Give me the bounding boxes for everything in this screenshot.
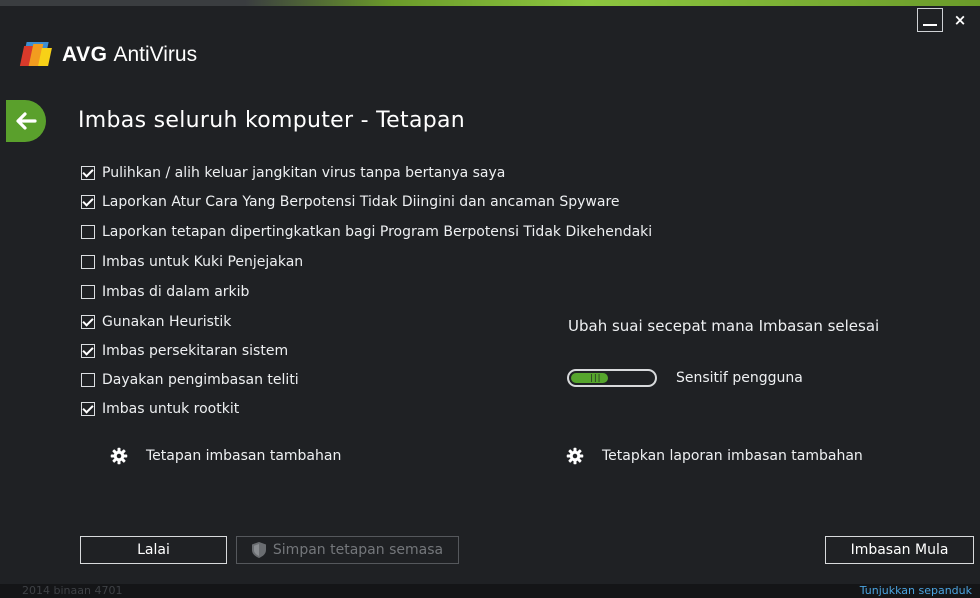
option-enhanced-pup[interactable]: Laporkan tetapan dipertingkatkan bagi Pr… [81, 221, 652, 243]
show-banner-link[interactable]: Tunjukkan sepanduk [860, 584, 972, 598]
link-label: Tetapkan laporan imbasan tambahan [602, 448, 863, 464]
option-label: Laporkan tetapan dipertingkatkan bagi Pr… [102, 224, 653, 240]
option-thorough-scan[interactable]: Dayakan pengimbasan teliti [81, 369, 299, 391]
product-name: AntiVirus [113, 43, 198, 66]
shield-icon [251, 542, 266, 558]
option-report-pup-spyware[interactable]: Laporkan Atur Cara Yang Berpotensi Tidak… [81, 191, 620, 213]
option-label: Gunakan Heuristik [102, 314, 232, 330]
close-button[interactable]: × [947, 8, 973, 32]
checkbox[interactable] [81, 344, 95, 358]
checkbox[interactable] [81, 402, 95, 416]
checkbox[interactable] [81, 373, 95, 387]
gear-icon [566, 447, 584, 465]
option-system-environment[interactable]: Imbas persekitaran sistem [81, 340, 288, 362]
avg-logo: AVG AntiVirus [19, 40, 198, 70]
page-title: Imbas seluruh komputer - Tetapan [78, 108, 466, 133]
option-label: Pulihkan / alih keluar jangkitan virus t… [102, 165, 506, 181]
option-heuristics[interactable]: Gunakan Heuristik [81, 311, 231, 333]
slider-grip-icon[interactable]: ||| [589, 374, 601, 382]
brand-name: AVG [62, 43, 108, 66]
checkbox[interactable] [81, 166, 95, 180]
minimize-button[interactable] [917, 8, 943, 32]
avg-logo-icon [19, 42, 56, 68]
option-scan-archives[interactable]: Imbas di dalam arkib [81, 281, 249, 303]
checkbox[interactable] [81, 195, 95, 209]
arrow-left-icon [16, 112, 37, 130]
checkbox[interactable] [81, 255, 95, 269]
title-bar-accent [0, 0, 980, 6]
build-version: 2014 binaan 4701 [22, 584, 123, 597]
back-button[interactable] [6, 100, 46, 142]
option-rootkits[interactable]: Imbas untuk rootkit [81, 398, 239, 420]
close-icon: × [953, 11, 967, 29]
option-label: Imbas untuk Kuki Penjejakan [102, 254, 304, 270]
scan-speed-slider[interactable]: ||| [567, 369, 657, 387]
additional-scan-reports-link[interactable]: Tetapkan laporan imbasan tambahan [566, 445, 863, 467]
checkbox[interactable] [81, 285, 95, 299]
option-auto-heal[interactable]: Pulihkan / alih keluar jangkitan virus t… [81, 162, 505, 184]
start-scan-button[interactable]: Imbasan Mula [825, 536, 974, 564]
additional-scan-settings-link[interactable]: Tetapan imbasan tambahan [110, 445, 341, 467]
default-button[interactable]: Lalai [80, 536, 227, 564]
avg-window: × AVG AntiVirus Imbas seluruh komputer -… [0, 0, 980, 598]
link-label: Tetapan imbasan tambahan [146, 448, 342, 464]
save-settings-button[interactable]: Simpan tetapan semasa [236, 536, 459, 564]
option-label: Imbas untuk rootkit [102, 401, 240, 417]
checkbox[interactable] [81, 315, 95, 329]
option-tracking-cookies[interactable]: Imbas untuk Kuki Penjejakan [81, 251, 303, 273]
scan-speed-heading: Ubah suai secepat mana Imbasan selesai [568, 317, 880, 335]
save-settings-label: Simpan tetapan semasa [272, 542, 444, 558]
option-label: Imbas di dalam arkib [102, 284, 250, 300]
scan-speed-level: Sensitif pengguna [676, 370, 803, 386]
status-bar: 2014 binaan 4701 Tunjukkan sepanduk [0, 584, 980, 598]
gear-icon [110, 447, 128, 465]
option-label: Dayakan pengimbasan teliti [102, 372, 299, 388]
checkbox[interactable] [81, 225, 95, 239]
option-label: Imbas persekitaran sistem [102, 343, 289, 359]
option-label: Laporkan Atur Cara Yang Berpotensi Tidak… [102, 194, 620, 210]
